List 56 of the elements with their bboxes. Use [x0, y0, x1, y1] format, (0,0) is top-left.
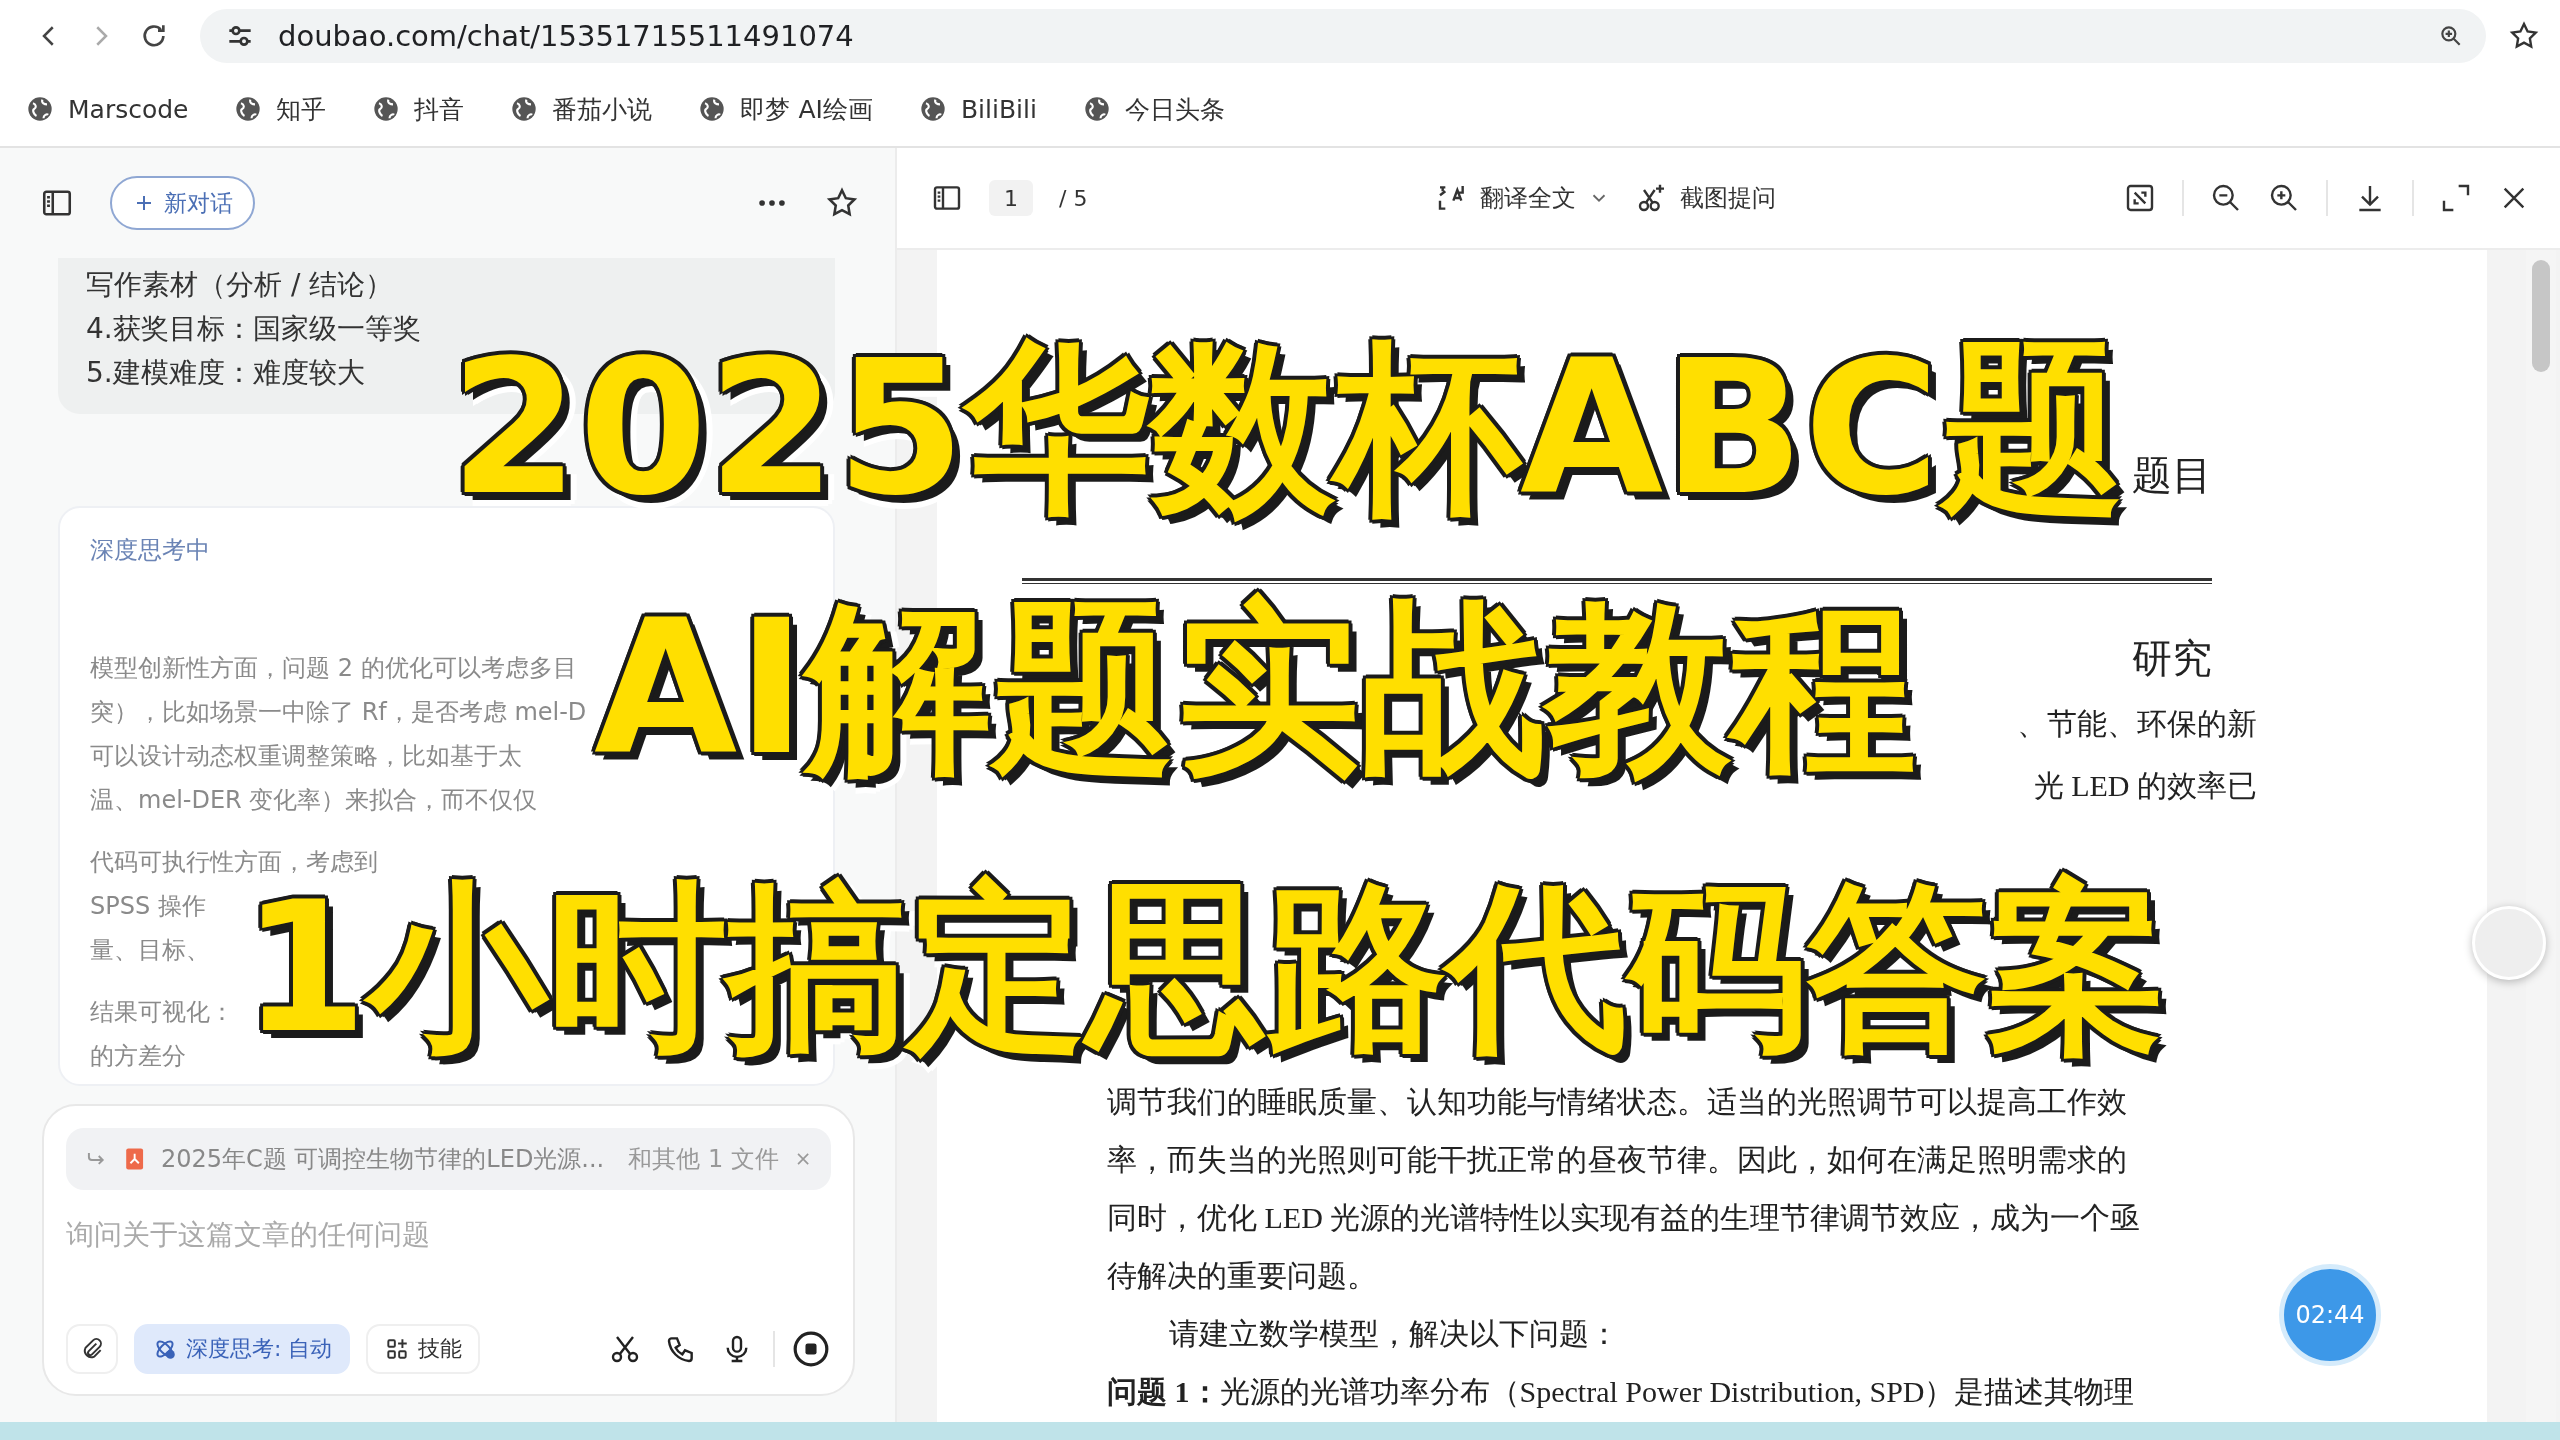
tool-button[interactable]: 深度思考: 自动	[134, 1324, 351, 1374]
bookmark-link[interactable]: 番茄小说	[510, 92, 653, 126]
url-text: doubao.com/chat/15351715511491074	[278, 19, 855, 53]
document-text: 同时，优化 LED 光源的光谱特性以实现有益的生理节律调节效应，成为一个亟	[1107, 1200, 2141, 1236]
translate-button[interactable]: 翻译全文	[1435, 182, 1610, 214]
screenshot-ask-button[interactable]: 截图提问	[1635, 182, 1776, 214]
document-text: 问题 1：光源的光谱功率分布（Spectral Power Distribution, SPD）是描述其物理	[1107, 1374, 2135, 1410]
headline-text: 2025华数杯ABC题	[449, 330, 2126, 538]
bookmark-link[interactable]: 今日头条	[1082, 92, 1225, 126]
thinking-text: 结果可视化：	[90, 997, 235, 1028]
document-heading: 题目	[2132, 451, 2212, 500]
globe-icon	[510, 95, 539, 123]
document-text: 请建立数学模型，解决以下问题：	[1168, 1316, 1619, 1352]
thinking-text: 温、mel-DER 变化率）来拟合，而不仅仅	[90, 785, 539, 816]
message-text: 4.获奖目标：国家级一等奖	[86, 311, 422, 347]
bookmark-link[interactable]: BiliBili	[918, 94, 1037, 124]
document-text: 调节我们的睡眠质量、认知功能与情绪状态。适当的光照调节可以提高工作效	[1107, 1084, 2127, 1120]
document-text: 率，而失当的光照则可能干扰正常的昼夜节律。因此，如何在满足照明需求的	[1107, 1142, 2127, 1178]
thinking-text: 量、目标、	[90, 935, 211, 966]
question-input[interactable]: 询问关于这篇文章的任何问题	[66, 1214, 831, 1254]
attachment-count: 和其他 1 文件	[628, 1144, 779, 1175]
thinking-title: 深度思考中	[90, 535, 211, 566]
thinking-text: 可以设计动态权重调整策略，比如基于太	[90, 741, 523, 772]
document-heading: 研究	[2132, 634, 2212, 683]
new-chat-button[interactable]: 新对话	[110, 176, 255, 230]
thinking-text: 模型创新性方面，问题 2 的优化可以考虑多目	[90, 653, 578, 684]
stop-button[interactable]	[791, 1329, 831, 1369]
bookmark-star-icon[interactable]	[2508, 20, 2540, 52]
address-bar[interactable]: doubao.com/chat/15351715511491074	[200, 9, 2486, 63]
document-text: 光 LED 的效率已	[2033, 768, 2257, 804]
bookmark-link[interactable]: 知乎	[234, 92, 327, 126]
message-text: 5.建模难度：难度较大	[86, 355, 366, 391]
page-number-field[interactable]: 1	[989, 180, 1033, 216]
fit-page-icon[interactable]	[2124, 182, 2156, 214]
document-text: 待解决的重要问题。	[1107, 1258, 1377, 1294]
globe-icon	[26, 95, 54, 123]
globe-icon	[234, 95, 263, 123]
page-total: / 5	[1059, 185, 1088, 211]
fullscreen-icon[interactable]	[2440, 182, 2472, 214]
attach-button[interactable]	[66, 1324, 118, 1374]
bookmark-link[interactable]: 即梦 AI绘画	[698, 92, 873, 126]
thinking-text: SPSS 操作	[90, 891, 207, 922]
stop-icon	[792, 1330, 830, 1368]
bookmark-link[interactable]: 抖音	[372, 92, 465, 126]
tool-button[interactable]: 技能	[366, 1324, 481, 1374]
message-text: 写作素材（分析 / 结论）	[86, 267, 395, 303]
bookmark-link[interactable]: Marscode	[26, 94, 189, 124]
headline-text: AI解题实战教程	[593, 590, 1917, 798]
globe-icon	[1082, 95, 1111, 123]
globe-icon	[918, 95, 947, 123]
attachment-name: 2025年C题 可调控生物节律的LED光源...	[160, 1144, 605, 1175]
thinking-text: 突），比如场景一中除了 Rf，是否考虑 mel-D	[90, 697, 588, 728]
globe-icon	[698, 95, 727, 123]
document-text: 、节能、环保的新	[2017, 706, 2257, 742]
globe-icon	[372, 95, 401, 123]
thinking-text: 的方差分	[90, 1041, 187, 1072]
